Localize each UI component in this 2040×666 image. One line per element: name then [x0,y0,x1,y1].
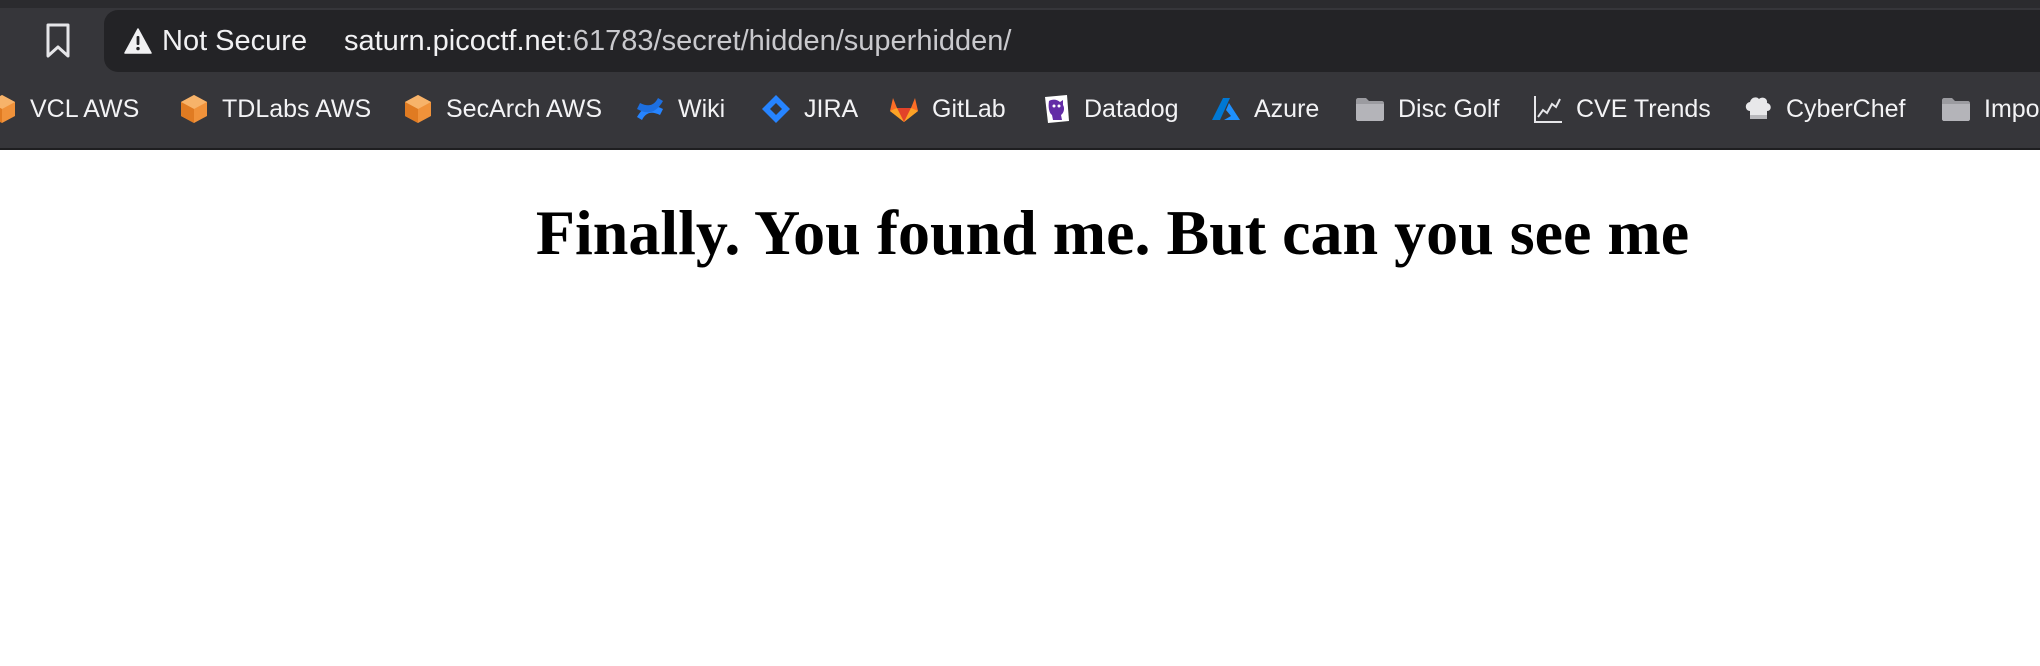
gitlab-icon [890,98,918,122]
tab-strip [0,0,2040,8]
bookmark-label: CyberChef [1786,94,1906,123]
bookmark-vcl-aws[interactable]: VCL AWS [0,82,139,136]
bookmark-cve-trends[interactable]: CVE Trends [1532,82,1711,136]
aws-cube-icon [0,95,15,123]
warning-icon [124,28,152,54]
chef-hat-icon [1745,97,1771,119]
bookmark-label: Disc Golf [1398,94,1500,123]
page-heading: Finally. You found me. But can you see m… [535,197,1690,268]
aws-cube-icon [181,95,207,123]
bookmark-azure[interactable]: Azure [1210,82,1319,136]
security-indicator[interactable]: Not Secure [124,10,307,72]
folder-icon [1942,98,1970,121]
bookmark-jira[interactable]: JIRA [760,82,858,136]
bookmarks-bar: VCL AWS TDLabs AWS SecArch AWS Wiki JIRA… [0,82,2040,136]
bookmark-secarch-aws[interactable]: SecArch AWS [402,82,602,136]
bookmark-cyberchef[interactable]: CyberChef [1742,82,1906,136]
bookmark-icon[interactable] [38,17,78,65]
bookmark-folder-impo[interactable]: Impo [1940,82,2040,136]
url-path: :61783/secret/hidden/superhidden/ [564,25,1012,57]
bookmark-label: GitLab [932,94,1006,123]
bookmark-label: SecArch AWS [446,94,603,123]
bookmark-gitlab[interactable]: GitLab [888,82,1006,136]
browser-chrome: Not Secure saturn.picoctf.net:61783/secr… [0,0,2040,150]
bookmark-label: Datadog [1084,94,1179,123]
url-text[interactable]: saturn.picoctf.net:61783/secret/hidden/s… [344,10,1011,72]
bookmark-label: Azure [1254,94,1320,123]
bookmark-tdlabs-aws[interactable]: TDLabs AWS [178,82,371,136]
jira-icon [762,95,790,123]
chart-line-icon [1534,96,1562,123]
bookmark-label: VCL AWS [30,94,140,123]
bookmark-label: TDLabs AWS [222,94,372,123]
bookmark-label: Impo [1984,94,2040,123]
aws-cube-icon [405,95,431,123]
bookmark-folder-disc-golf[interactable]: Disc Golf [1354,82,1499,136]
confluence-icon [637,98,663,120]
bookmark-label: CVE Trends [1576,94,1711,123]
bookmark-wiki[interactable]: Wiki [634,82,725,136]
bookmark-label: Wiki [678,94,726,123]
bookmark-datadog[interactable]: Datadog [1040,82,1179,136]
url-host: saturn.picoctf.net [344,25,565,57]
azure-icon [1212,98,1240,120]
folder-icon [1356,98,1384,121]
address-bar[interactable]: Not Secure saturn.picoctf.net:61783/secr… [104,10,2040,72]
datadog-icon [1045,95,1069,123]
bookmark-label: JIRA [804,94,859,123]
page-content: Finally. You found me. But can you see m… [0,150,2040,666]
security-label: Not Secure [162,24,308,57]
